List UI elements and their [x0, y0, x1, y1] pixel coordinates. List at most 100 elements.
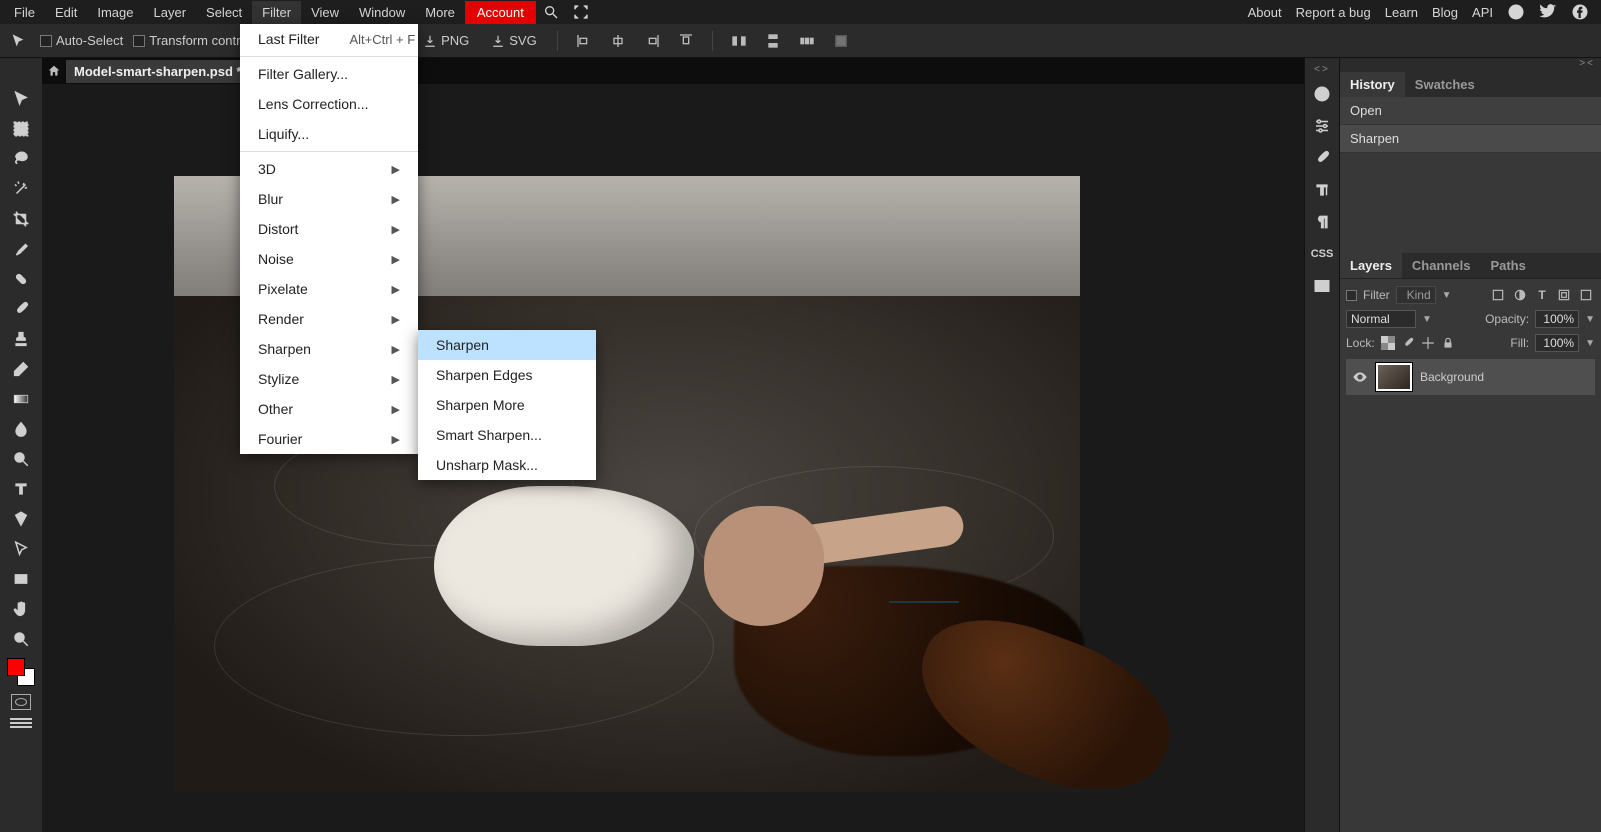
lock-all-icon[interactable] — [1441, 336, 1455, 350]
search-icon[interactable] — [536, 0, 566, 24]
css-panel-icon[interactable]: CSS — [1305, 238, 1340, 270]
character-panel-icon[interactable] — [1305, 174, 1340, 206]
layer-row-background[interactable]: Background — [1346, 359, 1595, 395]
filter-pixel-icon[interactable] — [1489, 286, 1507, 304]
sharpen-edges[interactable]: Sharpen Edges — [418, 360, 596, 390]
filter-stylize[interactable]: Stylize▶ — [240, 364, 418, 394]
brush-panel-icon[interactable] — [1305, 142, 1340, 174]
history-row-sharpen[interactable]: Sharpen — [1340, 125, 1601, 153]
smart-sharpen[interactable]: Smart Sharpen... — [418, 420, 596, 450]
brush-tool-icon[interactable] — [6, 294, 36, 324]
quickmask-icon[interactable] — [11, 694, 31, 710]
filter-lens-correction[interactable]: Lens Correction... — [240, 89, 418, 119]
menu-select[interactable]: Select — [196, 1, 252, 24]
zoom-tool-icon[interactable] — [6, 624, 36, 654]
link-blog[interactable]: Blog — [1432, 5, 1458, 20]
image-panel-icon[interactable] — [1305, 270, 1340, 302]
history-row-open[interactable]: Open — [1340, 97, 1601, 125]
blend-mode-select[interactable]: Normal — [1346, 310, 1416, 328]
link-learn[interactable]: Learn — [1385, 5, 1418, 20]
menu-account[interactable]: Account — [465, 1, 536, 24]
type-tool-icon[interactable] — [6, 474, 36, 504]
adjustments-panel-icon[interactable] — [1305, 110, 1340, 142]
filter-sharpen[interactable]: Sharpen▶ — [240, 334, 418, 364]
sharpen-more[interactable]: Sharpen More — [418, 390, 596, 420]
filter-3d[interactable]: 3D▶ — [240, 154, 418, 184]
filter-render[interactable]: Render▶ — [240, 304, 418, 334]
layer-visibility-icon[interactable] — [1352, 369, 1368, 385]
filter-smart-icon[interactable] — [1577, 286, 1595, 304]
heal-tool-icon[interactable] — [6, 264, 36, 294]
filter-gallery[interactable]: Filter Gallery... — [240, 59, 418, 89]
filter-distort[interactable]: Distort▶ — [240, 214, 418, 244]
filter-last-filter[interactable]: Last FilterAlt+Ctrl + F — [240, 24, 418, 54]
filter-type-icon[interactable]: T — [1533, 286, 1551, 304]
menu-file[interactable]: File — [4, 1, 45, 24]
tab-layers[interactable]: Layers — [1340, 253, 1402, 278]
color-swatch[interactable] — [7, 658, 35, 686]
shape-tool-icon[interactable] — [6, 564, 36, 594]
menu-image[interactable]: Image — [87, 1, 143, 24]
menu-more[interactable]: More — [415, 1, 465, 24]
menu-layer[interactable]: Layer — [144, 1, 197, 24]
link-report-bug[interactable]: Report a bug — [1296, 5, 1371, 20]
filter-adjust-icon[interactable] — [1511, 286, 1529, 304]
eraser-tool-icon[interactable] — [6, 354, 36, 384]
menu-window[interactable]: Window — [349, 1, 415, 24]
paragraph-panel-icon[interactable] — [1305, 206, 1340, 238]
layer-filter-kind[interactable]: Kind — [1396, 286, 1436, 304]
unsharp-mask[interactable]: Unsharp Mask... — [418, 450, 596, 480]
distribute-spacing-icon[interactable] — [795, 29, 819, 53]
document-tab[interactable]: Model-smart-sharpen.psd * × — [66, 60, 263, 83]
more-align-icon[interactable] — [829, 29, 853, 53]
blur-tool-icon[interactable] — [6, 414, 36, 444]
tab-paths[interactable]: Paths — [1480, 253, 1535, 278]
tab-channels[interactable]: Channels — [1402, 253, 1481, 278]
align-right-icon[interactable] — [640, 29, 664, 53]
home-icon[interactable] — [42, 58, 66, 84]
lasso-tool-icon[interactable] — [6, 144, 36, 174]
align-center-h-icon[interactable] — [606, 29, 630, 53]
opacity-value[interactable]: 100% — [1535, 310, 1579, 328]
tab-swatches[interactable]: Swatches — [1405, 72, 1485, 97]
twitter-icon[interactable] — [1539, 3, 1557, 21]
tab-history[interactable]: History — [1340, 72, 1405, 97]
transform-controls-option[interactable]: Transform controls — [133, 33, 257, 48]
path-select-tool-icon[interactable] — [6, 534, 36, 564]
wand-tool-icon[interactable] — [6, 174, 36, 204]
layer-filter-checkbox[interactable] — [1346, 290, 1357, 301]
filter-fourier[interactable]: Fourier▶ — [240, 424, 418, 454]
pen-tool-icon[interactable] — [6, 504, 36, 534]
gradient-tool-icon[interactable] — [6, 384, 36, 414]
crop-tool-icon[interactable] — [6, 204, 36, 234]
marquee-tool-icon[interactable] — [6, 114, 36, 144]
auto-select-option[interactable]: Auto-Select — [40, 33, 123, 48]
distribute-v-icon[interactable] — [761, 29, 785, 53]
menu-view[interactable]: View — [301, 1, 349, 24]
lock-pixels-icon[interactable] — [1401, 336, 1415, 350]
link-api[interactable]: API — [1472, 5, 1493, 20]
export-svg-button[interactable]: SVG — [485, 33, 542, 48]
hand-tool-icon[interactable] — [6, 594, 36, 624]
distribute-h-icon[interactable] — [727, 29, 751, 53]
lock-transparency-icon[interactable] — [1381, 336, 1395, 350]
filter-blur[interactable]: Blur▶ — [240, 184, 418, 214]
screenmode-icon[interactable] — [10, 718, 32, 732]
move-tool-icon[interactable] — [6, 84, 36, 114]
reddit-icon[interactable] — [1507, 3, 1525, 21]
dodge-tool-icon[interactable] — [6, 444, 36, 474]
info-panel-icon[interactable] — [1305, 78, 1340, 110]
filter-shape-icon[interactable] — [1555, 286, 1573, 304]
facebook-icon[interactable] — [1571, 3, 1589, 21]
menu-edit[interactable]: Edit — [45, 1, 87, 24]
filter-noise[interactable]: Noise▶ — [240, 244, 418, 274]
sharpen-sharpen[interactable]: Sharpen — [418, 330, 596, 360]
menu-filter[interactable]: Filter — [252, 1, 301, 24]
lock-position-icon[interactable] — [1421, 336, 1435, 350]
link-about[interactable]: About — [1248, 5, 1282, 20]
filter-pixelate[interactable]: Pixelate▶ — [240, 274, 418, 304]
filter-other[interactable]: Other▶ — [240, 394, 418, 424]
panels-collapse-handle[interactable]: >< — [1340, 58, 1601, 72]
stamp-tool-icon[interactable] — [6, 324, 36, 354]
fullscreen-icon[interactable] — [566, 0, 596, 24]
